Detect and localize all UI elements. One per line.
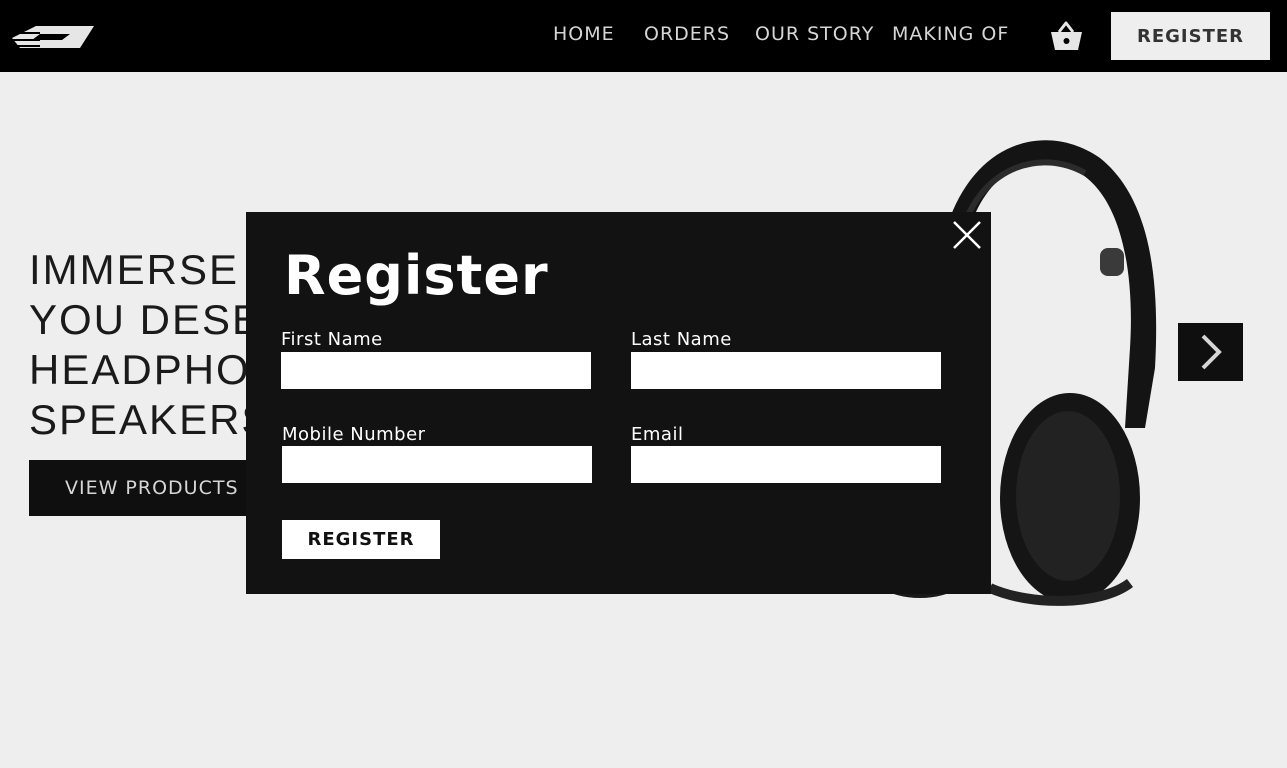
- brand-logo[interactable]: [10, 20, 96, 54]
- register-submit-button[interactable]: REGISTER: [282, 520, 440, 559]
- mobile-number-input[interactable]: [282, 446, 592, 483]
- close-icon[interactable]: [950, 218, 984, 252]
- nav-our-story-link[interactable]: OUR STORY: [755, 23, 874, 45]
- nav-orders-link[interactable]: ORDERS: [644, 23, 730, 45]
- nav-making-of-link[interactable]: MAKING OF: [892, 23, 1009, 45]
- nav-home-link[interactable]: HOME: [553, 23, 615, 45]
- nav-register-button[interactable]: REGISTER: [1111, 12, 1270, 60]
- email-input[interactable]: [631, 446, 941, 483]
- last-name-input[interactable]: [631, 352, 941, 389]
- shopping-basket-icon[interactable]: [1050, 20, 1083, 52]
- modal-title: Register: [284, 244, 549, 307]
- view-products-button[interactable]: VIEW PRODUCTS: [29, 460, 259, 516]
- first-name-input[interactable]: [281, 352, 591, 389]
- last-name-label: Last Name: [631, 329, 732, 350]
- top-navbar: HOME ORDERS OUR STORY MAKING OF REGISTER: [0, 0, 1287, 72]
- first-name-label: First Name: [281, 329, 383, 350]
- register-modal: Register First Name Last Name Mobile Num…: [246, 212, 991, 594]
- carousel-next-button[interactable]: [1178, 323, 1243, 381]
- email-label: Email: [631, 424, 684, 445]
- chevron-right-icon: [1201, 334, 1222, 370]
- mobile-number-label: Mobile Number: [282, 424, 426, 445]
